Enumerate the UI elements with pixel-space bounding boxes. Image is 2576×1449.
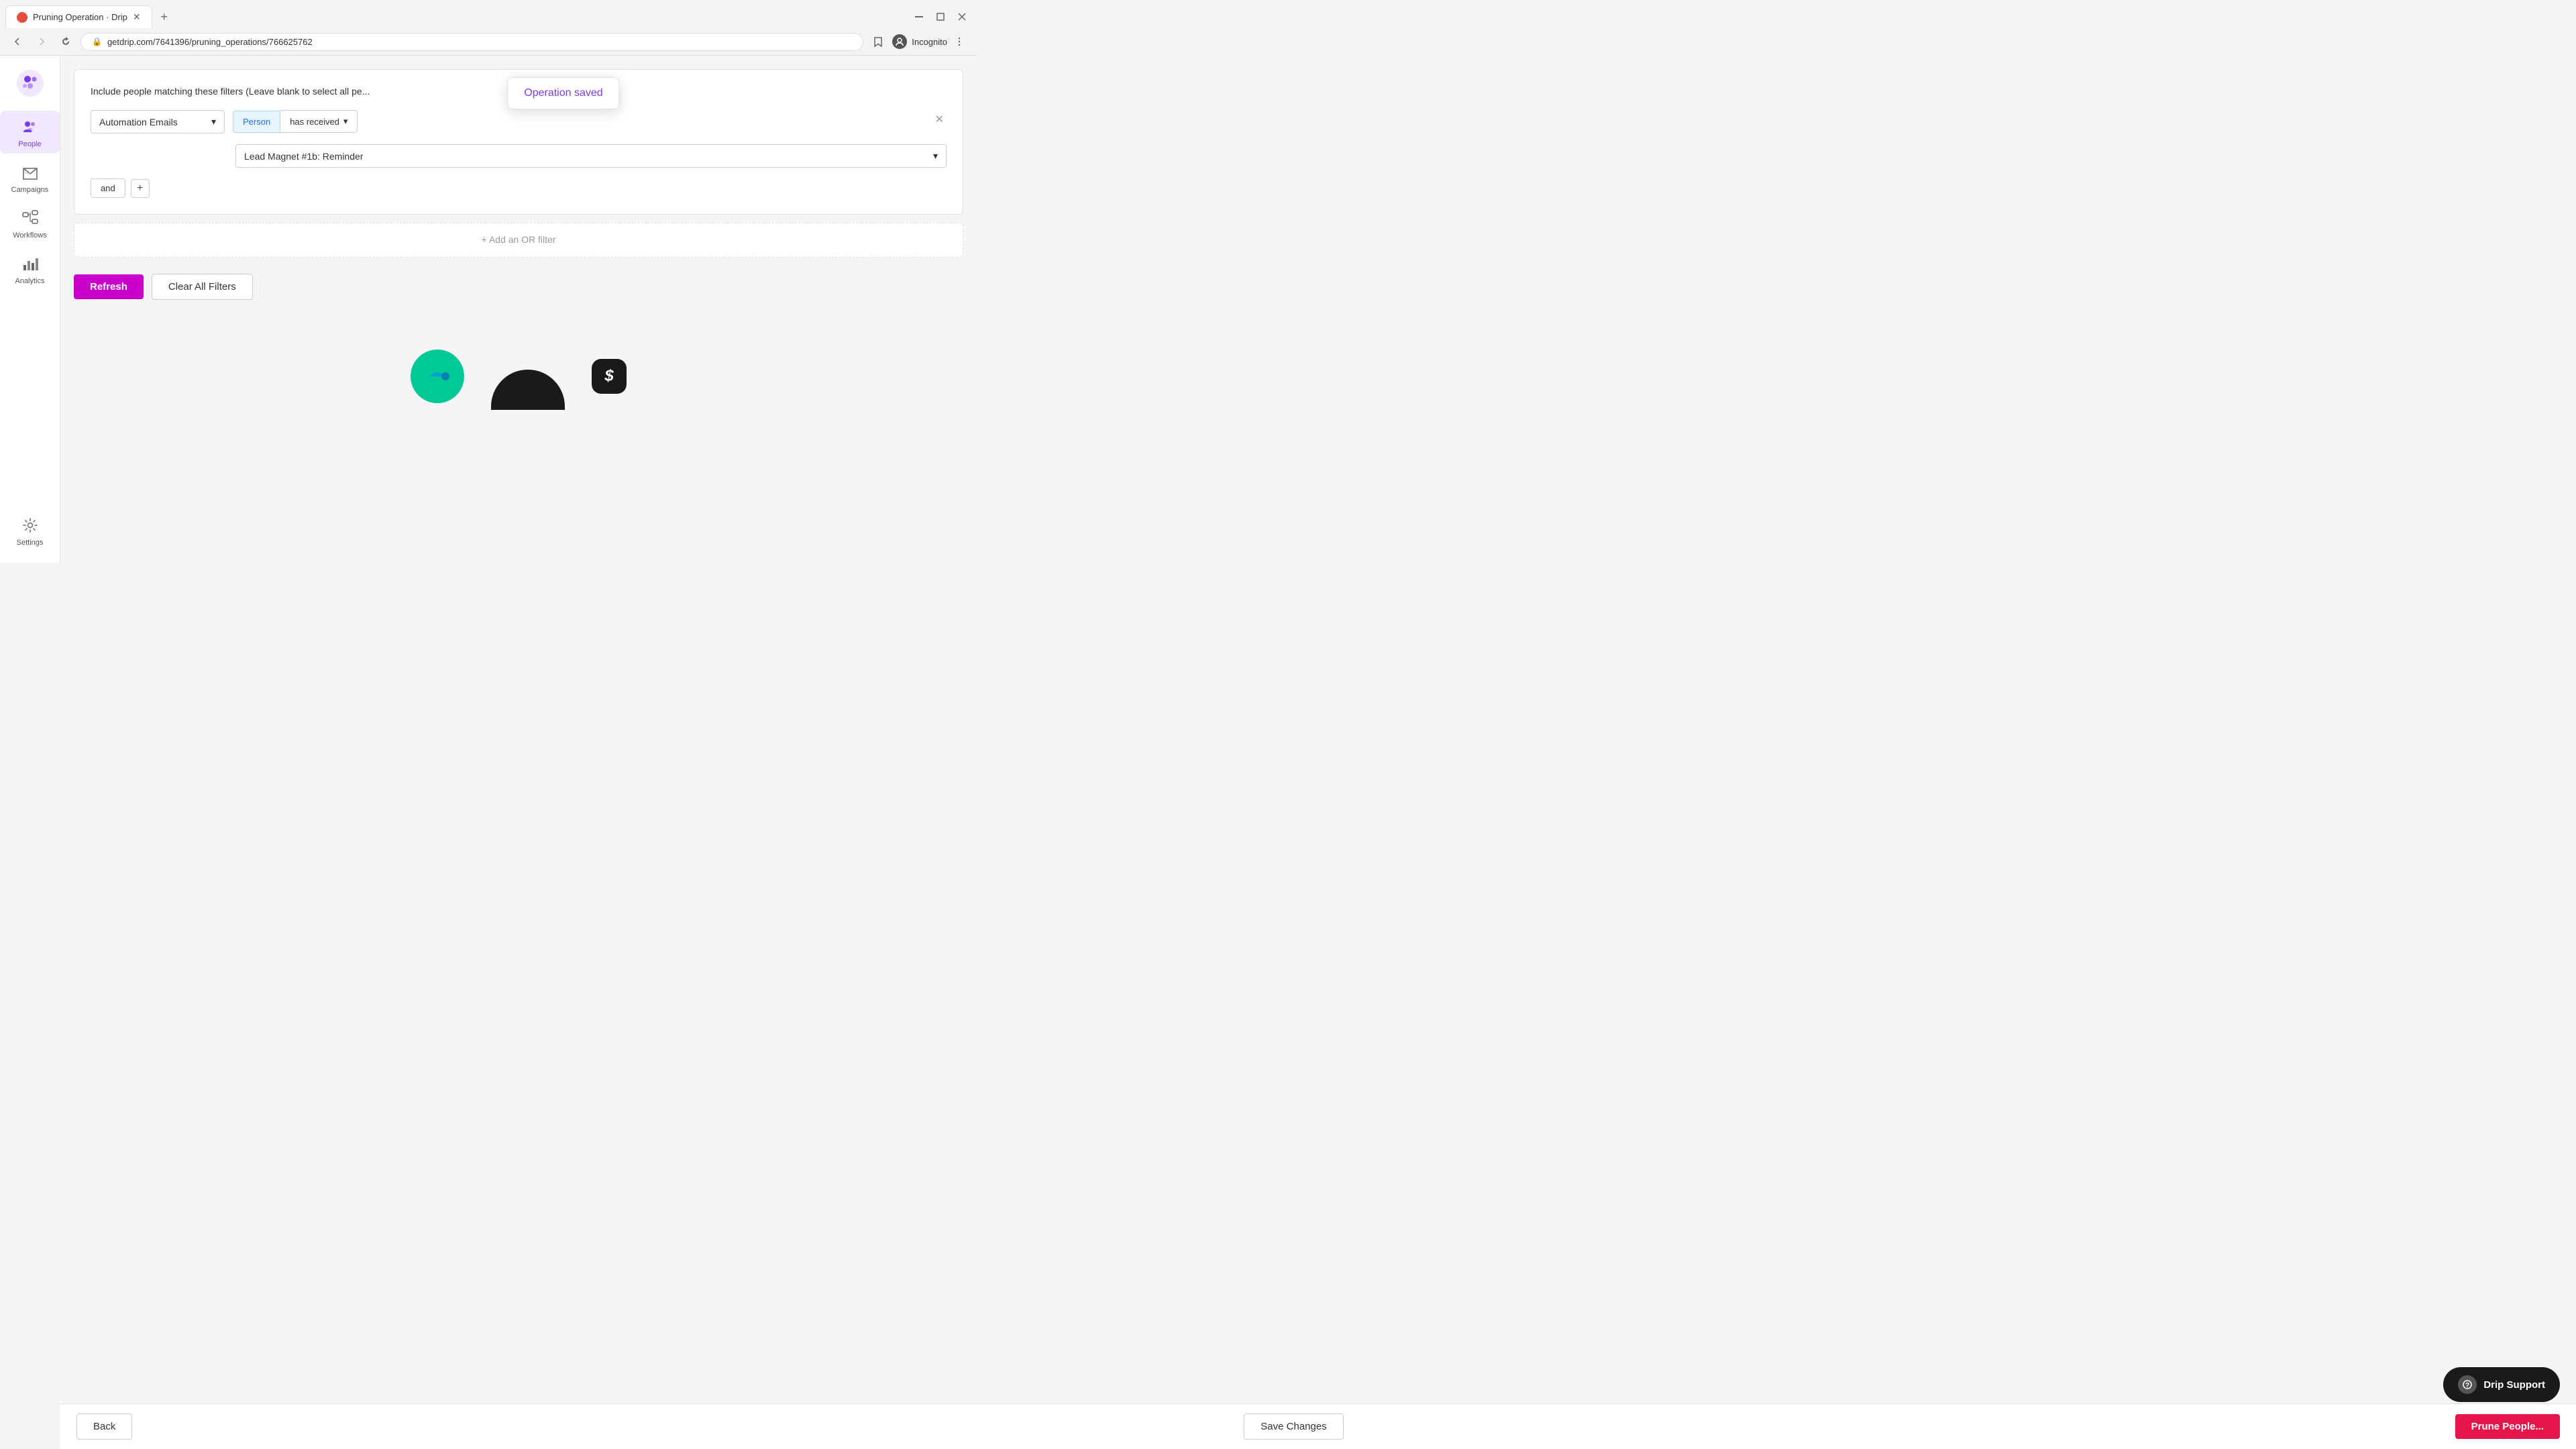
analytics-icon (19, 253, 41, 274)
filter-type-chevron: ▾ (211, 116, 216, 127)
incognito-label: Incognito (912, 37, 947, 47)
forward-nav-btn[interactable] (32, 32, 51, 51)
support-icon: ? (2458, 1375, 2477, 1394)
bottom-bar: Back Save Changes Prune People... (60, 1403, 2576, 1449)
pill-action-dropdown[interactable]: has received ▾ (280, 110, 358, 133)
sidebar-label-people: People (18, 140, 41, 148)
people-icon (19, 116, 41, 138)
sidebar-label-analytics: Analytics (15, 277, 44, 285)
menu-btn[interactable] (950, 32, 969, 51)
reload-nav-btn[interactable] (56, 32, 75, 51)
sidebar-label-settings: Settings (17, 539, 44, 547)
sidebar-item-settings[interactable]: Settings (0, 509, 60, 552)
tab-title: Pruning Operation · Drip (33, 12, 127, 22)
back-nav-btn[interactable] (8, 32, 27, 51)
deco-circle-green (411, 350, 464, 403)
support-label: Drip Support (2483, 1379, 2545, 1391)
url-bar[interactable]: 🔒 getdrip.com/7641396/pruning_operations… (80, 33, 863, 51)
back-button[interactable]: Back (76, 1413, 132, 1440)
save-changes-button[interactable]: Save Changes (1244, 1413, 1343, 1440)
sidebar-label-workflows: Workflows (13, 231, 47, 239)
filter-type-dropdown[interactable]: Automation Emails ▾ (91, 110, 225, 133)
workflows-icon (19, 207, 41, 229)
and-row: and + (91, 178, 947, 198)
pill-person-label: Person (233, 111, 280, 133)
toast-message: Operation saved (524, 87, 602, 99)
browser-chrome: Pruning Operation · Drip ✕ + (0, 0, 977, 56)
prune-people-button[interactable]: Prune People... (2455, 1414, 2560, 1439)
restore-btn[interactable] (931, 7, 950, 26)
refresh-button[interactable]: Refresh (74, 274, 144, 299)
settings-icon (19, 515, 41, 536)
main-content: Operation saved Include people matching … (60, 56, 977, 563)
minimize-btn[interactable] (910, 7, 928, 26)
lead-magnet-label: Lead Magnet #1b: Reminder (244, 151, 363, 162)
filter-pill: Person has received ▾ (233, 110, 358, 133)
tab-favicon (17, 12, 28, 23)
svg-text:?: ? (2465, 1382, 2469, 1389)
sidebar-item-analytics[interactable]: Analytics (0, 248, 60, 290)
sidebar-item-people[interactable]: People (0, 111, 60, 154)
decorative-area: $ (60, 316, 977, 477)
profile-btn[interactable] (890, 32, 909, 51)
deco-s-icon: $ (592, 359, 627, 394)
deco-black-shape (491, 370, 565, 410)
close-btn[interactable] (953, 7, 971, 26)
url-text: getdrip.com/7641396/pruning_operations/7… (107, 37, 313, 47)
clear-filters-button[interactable]: Clear All Filters (152, 274, 253, 300)
lead-magnet-chevron: ▾ (933, 150, 938, 162)
bookmark-btn[interactable] (869, 32, 888, 51)
filter-actions-row: Refresh Clear All Filters (60, 258, 977, 316)
lock-icon: 🔒 (92, 37, 102, 46)
lead-magnet-row: Lead Magnet #1b: Reminder ▾ (91, 144, 947, 168)
filter-close-btn[interactable]: ✕ (932, 110, 947, 129)
pill-action-chevron: ▾ (343, 116, 348, 127)
new-tab-btn[interactable]: + (155, 7, 174, 26)
sidebar: People Campaigns Workflow (0, 56, 60, 563)
sidebar-label-campaigns: Campaigns (11, 186, 49, 194)
campaigns-icon (19, 162, 41, 183)
sidebar-item-campaigns[interactable]: Campaigns (0, 156, 60, 199)
or-filter-section: + Add an OR filter (74, 223, 963, 258)
lead-magnet-dropdown[interactable]: Lead Magnet #1b: Reminder ▾ (235, 144, 947, 168)
browser-tab[interactable]: Pruning Operation · Drip ✕ (5, 5, 152, 28)
incognito-icon (892, 34, 907, 49)
toast-notification: Operation saved (507, 77, 619, 109)
tab-close-btn[interactable]: ✕ (133, 11, 141, 23)
drip-support-widget[interactable]: ? Drip Support (2443, 1367, 2560, 1402)
and-button[interactable]: and (91, 178, 125, 198)
add-or-filter-btn[interactable]: + Add an OR filter (482, 234, 556, 245)
filter-row: Automation Emails ▾ Person has received … (91, 110, 947, 133)
filter-type-label: Automation Emails (99, 117, 178, 127)
add-filter-btn[interactable]: + (131, 179, 150, 198)
sidebar-item-workflows[interactable]: Workflows (0, 202, 60, 245)
app-logo[interactable] (13, 66, 47, 100)
